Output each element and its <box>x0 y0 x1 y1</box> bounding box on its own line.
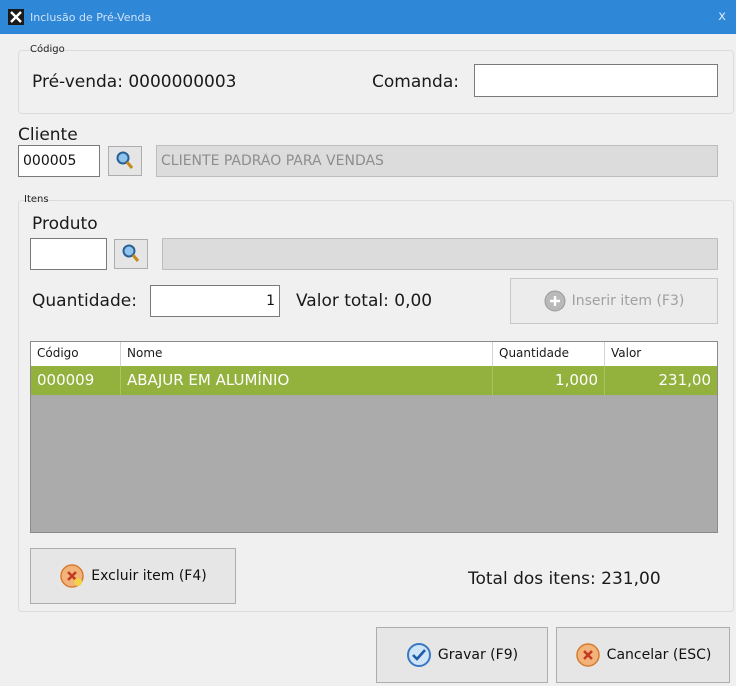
prevenda-label: Pré-venda: 0000000003 <box>32 72 237 92</box>
delete-icon <box>60 564 85 588</box>
cancelar-button[interactable]: Cancelar (ESC) <box>556 627 730 683</box>
excluir-item-button[interactable]: Excluir item (F4) <box>30 548 236 604</box>
cell-nome: ABAJUR EM ALUMÍNIO <box>121 366 493 395</box>
comanda-input[interactable] <box>474 64 718 97</box>
cell-codigo: 000009 <box>31 366 121 395</box>
produto-input[interactable] <box>30 238 107 270</box>
gravar-label: Gravar (F9) <box>437 647 519 663</box>
total-itens-label: Total dos itens: 231,00 <box>468 569 661 589</box>
cancelar-label: Cancelar (ESC) <box>606 647 712 663</box>
col-header-nome[interactable]: Nome <box>121 342 493 366</box>
title-bar: Inclusão de Pré-Venda x <box>0 0 736 34</box>
col-header-quantidade[interactable]: Quantidade <box>493 342 605 366</box>
cliente-label: Cliente <box>18 125 78 145</box>
cell-valor: 231,00 <box>658 371 712 389</box>
codigo-caption: Código <box>30 44 65 55</box>
search-icon <box>116 151 134 169</box>
cell-quantidade: 1,000 <box>493 366 605 395</box>
produto-label: Produto <box>32 214 98 234</box>
cliente-search-button[interactable] <box>108 146 142 176</box>
quantidade-label: Quantidade: <box>32 291 137 311</box>
produto-desc-field <box>162 238 718 270</box>
cliente-name-field <box>156 145 718 177</box>
cliente-code-input[interactable] <box>18 145 100 177</box>
col-header-codigo[interactable]: Código <box>31 342 121 366</box>
search-icon <box>122 244 140 262</box>
app-icon <box>8 9 24 25</box>
excluir-item-label: Excluir item (F4) <box>91 568 207 584</box>
comanda-label: Comanda: <box>372 72 459 92</box>
quantidade-input[interactable] <box>150 285 280 317</box>
gravar-button[interactable]: Gravar (F9) <box>376 627 548 683</box>
close-button[interactable]: x <box>718 9 726 24</box>
valor-total-label: Valor total: 0,00 <box>296 291 433 311</box>
inserir-item-button[interactable]: Inserir item (F3) <box>510 278 718 324</box>
window-title: Inclusão de Pré-Venda <box>30 11 152 24</box>
produto-search-button[interactable] <box>114 239 148 269</box>
grid-header: Código Nome Quantidade Valor <box>31 342 717 366</box>
cancel-icon <box>575 643 600 667</box>
inserir-item-label: Inserir item (F3) <box>571 293 685 309</box>
add-icon <box>544 290 566 312</box>
col-header-valor[interactable]: Valor <box>605 342 717 366</box>
itens-caption: Itens <box>24 194 49 205</box>
table-row[interactable]: 000009 ABAJUR EM ALUMÍNIO 1,000 231,00 <box>31 366 717 395</box>
items-grid[interactable]: Código Nome Quantidade Valor 000009 ABAJ… <box>30 341 718 533</box>
check-icon <box>406 643 431 667</box>
